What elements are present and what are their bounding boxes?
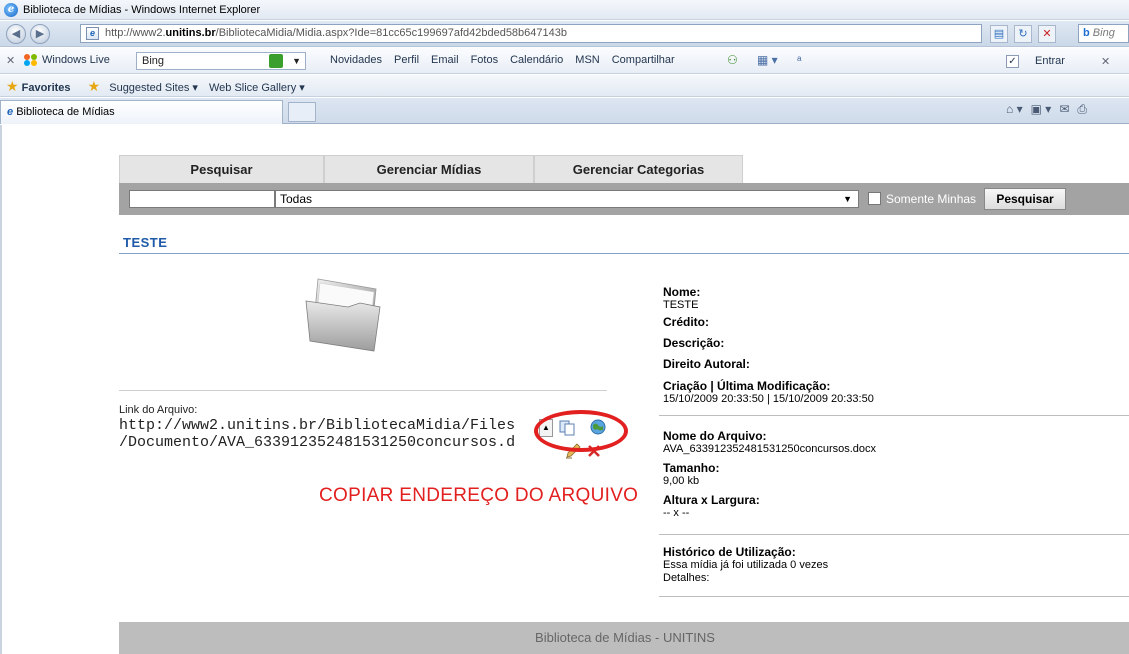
search-go-icon[interactable]	[269, 54, 283, 68]
descricao-label: Descrição:	[663, 336, 725, 350]
live-links: Novidades Perfil Email Fotos Calendário …	[330, 54, 675, 66]
tab-gerenciar-categorias[interactable]: Gerenciar Categorias	[534, 155, 743, 183]
historico-label: Histórico de Utilização:	[663, 545, 796, 559]
details-divider-3	[659, 596, 1129, 597]
translate-icon[interactable]: ᵃ	[797, 53, 801, 67]
historico-value: Essa mídia já foi utilizada 0 vezes	[663, 559, 829, 571]
dimensoes-label: Altura x Largura:	[663, 493, 760, 507]
title-divider	[119, 253, 1129, 254]
file-link-line-2: /Documento/AVA_633912352481531250concurs…	[119, 434, 516, 451]
preview-divider	[119, 390, 607, 391]
window-title: Biblioteca de Mídias - Windows Internet …	[23, 3, 261, 16]
window-titlebar: e Biblioteca de Mídias - Windows Interne…	[0, 0, 1129, 20]
nome-arquivo-value: AVA_633912352481531250concursos.docx	[663, 443, 877, 455]
star-icon: ★	[6, 78, 19, 94]
windows-live-label: Windows Live	[42, 54, 110, 66]
search-button[interactable]: Pesquisar	[984, 188, 1066, 210]
url-path: /BibliotecaMidia/Midia.aspx?Ide=81cc65c1…	[215, 27, 567, 39]
favorites-bar: ★ Favorites ★ Suggested Sites ▾ Web Slic…	[0, 75, 1129, 97]
detalhes-label: Detalhes:	[663, 572, 710, 584]
media-title: TESTE	[123, 235, 168, 250]
details-divider-2	[659, 534, 1129, 535]
live-search-input[interactable]: Bing ▼	[136, 52, 306, 70]
highlight-circle	[534, 410, 628, 452]
link-label: Link do Arquivo:	[119, 404, 198, 416]
address-tools: ▤ ↻ ✕	[990, 24, 1056, 44]
tamanho-label: Tamanho:	[663, 461, 720, 475]
forward-icon[interactable]: ▶	[30, 24, 50, 44]
nome-label: Nome:	[663, 285, 701, 299]
nome-arquivo-label: Nome do Arquivo:	[663, 429, 767, 443]
address-row: ◀ ▶ e http://www2.unitins.br/BibliotecaM…	[0, 21, 1129, 47]
page-content: Pesquisar Gerenciar Mídias Gerenciar Cat…	[0, 125, 1129, 654]
messenger-icon[interactable]: ⚇	[727, 53, 738, 67]
signin-area: ✓ Entrar ✕	[1006, 52, 1110, 70]
live-link-email[interactable]: Email	[431, 54, 459, 66]
criacao-value: 15/10/2009 20:33:50 | 15/10/2009 20:33:5…	[663, 393, 874, 405]
web-slice-gallery-link[interactable]: Web Slice Gallery ▾	[209, 82, 305, 94]
mail-icon[interactable]: ✉	[1059, 102, 1069, 117]
windows-live-toolbar: ✕ Windows Live Bing ▼ Novidades Perfil E…	[0, 48, 1129, 74]
command-bar: ⌂ ▾ ▣ ▾ ✉ ⎙	[1006, 102, 1087, 117]
live-link-fotos[interactable]: Fotos	[471, 54, 499, 66]
close-icon[interactable]: ✕	[1101, 55, 1110, 68]
live-link-perfil[interactable]: Perfil	[394, 54, 419, 66]
signin-link[interactable]: Entrar	[1035, 55, 1065, 67]
criacao-label: Criação | Última Modificação:	[663, 379, 831, 393]
page-footer: Biblioteca de Mídias - UNITINS	[119, 622, 1129, 654]
category-selected: Todas	[280, 192, 313, 206]
add-favorite-icon[interactable]: ★	[88, 78, 101, 94]
windows-live-logo-icon	[24, 54, 38, 66]
print-icon[interactable]: ⎙	[1077, 102, 1087, 117]
page-icon: e	[86, 27, 99, 40]
file-link-line-1: http://www2.unitins.br/BibliotecaMidia/F…	[119, 417, 516, 434]
tamanho-value: 9,00 kb	[663, 475, 700, 487]
close-toolbar-icon[interactable]: ✕	[6, 54, 15, 67]
browser-tab-label: Biblioteca de Mídias	[16, 106, 115, 118]
only-mine-label: Somente Minhas	[886, 192, 977, 206]
tab-page-icon: e	[7, 106, 14, 118]
compat-view-icon[interactable]: ▤	[990, 25, 1008, 43]
search-input[interactable]	[129, 190, 275, 208]
home-icon[interactable]: ⌂ ▾	[1006, 102, 1023, 117]
stop-icon[interactable]: ✕	[1038, 25, 1056, 43]
tab-pesquisar[interactable]: Pesquisar	[119, 155, 324, 183]
file-link-field[interactable]: http://www2.unitins.br/BibliotecaMidia/F…	[119, 417, 539, 453]
direito-autoral-label: Direito Autoral:	[663, 357, 750, 371]
calendar-icon[interactable]: ▦ ▾	[757, 53, 778, 67]
tab-gerenciar-midias[interactable]: Gerenciar Mídias	[324, 155, 534, 183]
app-menu-tabs: Pesquisar Gerenciar Mídias Gerenciar Cat…	[119, 155, 743, 183]
back-icon[interactable]: ◀	[6, 24, 26, 44]
only-mine-checkbox[interactable]	[868, 192, 881, 205]
browser-tab-row: e Biblioteca de Mídias ⌂ ▾ ▣ ▾ ✉ ⎙	[0, 98, 1129, 124]
live-link-msn[interactable]: MSN	[575, 54, 599, 66]
address-bar[interactable]: e http://www2.unitins.br/BibliotecaMidia…	[80, 24, 982, 43]
url-prefix: http://www2.	[105, 27, 166, 39]
details-divider-1	[659, 415, 1129, 416]
copy-address-annotation: COPIAR ENDEREÇO DO ARQUIVO	[319, 485, 639, 506]
chevron-down-icon[interactable]: ▼	[292, 53, 301, 69]
live-search-value: Bing	[142, 55, 165, 67]
favorites-button[interactable]: Favorites	[22, 82, 71, 94]
nome-value: TESTE	[663, 299, 699, 311]
browser-tab-active[interactable]: e Biblioteca de Mídias	[0, 100, 283, 124]
live-link-compartilhar[interactable]: Compartilhar	[612, 54, 675, 66]
refresh-icon[interactable]: ↻	[1014, 25, 1032, 43]
search-bar: Todas ▼ Somente Minhas Pesquisar	[119, 183, 1129, 215]
live-link-calendario[interactable]: Calendário	[510, 54, 563, 66]
url-domain: unitins.br	[165, 27, 216, 39]
signin-check-icon[interactable]: ✓	[1006, 54, 1019, 68]
suggested-sites-link[interactable]: Suggested Sites ▾	[109, 82, 198, 94]
windows-live-brand[interactable]: Windows Live	[24, 54, 110, 66]
ie-logo-icon: e	[4, 2, 18, 17]
dimensoes-value: -- x --	[663, 507, 690, 519]
chevron-down-icon: ▼	[843, 194, 852, 204]
category-select[interactable]: Todas ▼	[275, 190, 859, 208]
folder-icon	[305, 278, 381, 352]
feeds-icon[interactable]: ▣ ▾	[1031, 102, 1052, 117]
credito-label: Crédito:	[663, 315, 709, 329]
new-tab-button[interactable]	[288, 102, 316, 122]
bing-search-input[interactable]: b Bing	[1078, 24, 1129, 43]
live-link-novidades[interactable]: Novidades	[330, 54, 382, 66]
